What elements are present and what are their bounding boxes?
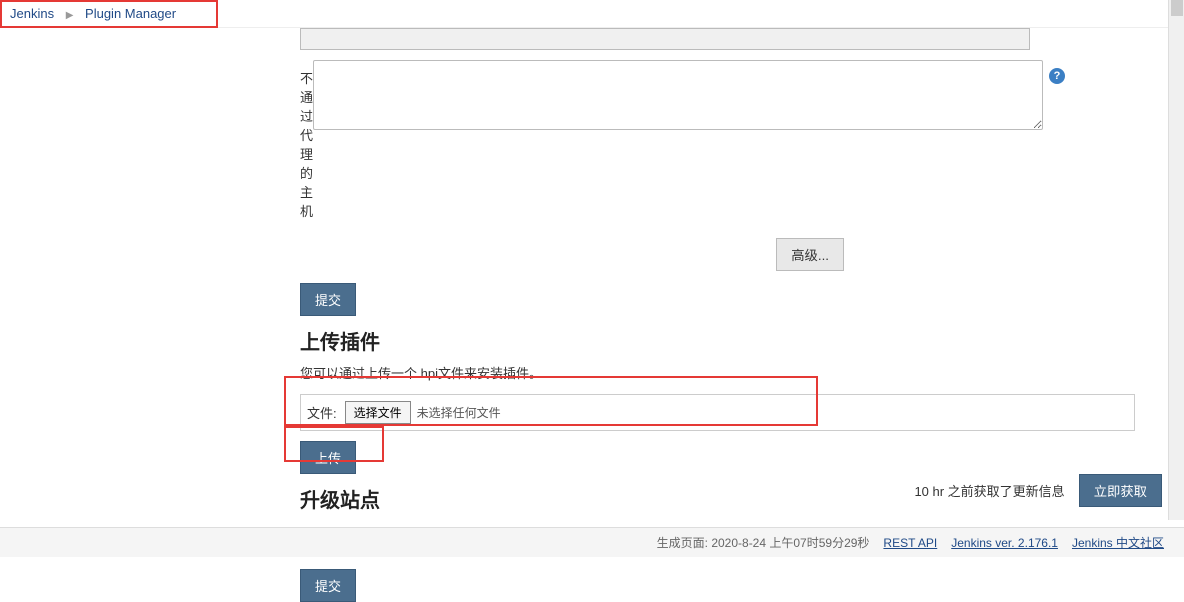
scrollbar-thumb[interactable] [1171,0,1183,16]
community-link[interactable]: Jenkins 中文社区 [1072,534,1164,551]
file-status: 未选择任何文件 [417,404,501,421]
version-link[interactable]: Jenkins ver. 2.176.1 [951,536,1058,550]
submit-button-proxy[interactable]: 提交 [300,283,356,316]
fetch-status: 10 hr 之前获取了更新信息 [914,481,1064,500]
scrollbar[interactable] [1168,0,1184,520]
rest-api-link[interactable]: REST API [883,536,937,550]
help-icon[interactable]: ? [1049,68,1065,84]
footer-info: 10 hr 之前获取了更新信息 立即获取 [914,474,1162,507]
breadcrumb-root[interactable]: Jenkins [10,6,54,21]
file-label: 文件: [307,403,337,422]
submit-button-url[interactable]: 提交 [300,569,356,602]
no-proxy-label: 不通过代理的主机 [300,60,313,228]
update-site-title: 升级站点 [300,484,884,513]
breadcrumb-current[interactable]: Plugin Manager [85,6,176,21]
choose-file-button[interactable]: 选择文件 [345,401,411,424]
fetch-now-button[interactable]: 立即获取 [1079,474,1162,507]
breadcrumb: Jenkins ▶ Plugin Manager [0,0,1184,28]
upload-plugin-title: 上传插件 [300,326,884,355]
upload-button[interactable]: 上传 [300,441,356,474]
no-proxy-textarea[interactable] [313,60,1043,130]
disabled-input [300,28,1030,50]
advanced-button[interactable]: 高级... [776,238,844,271]
bottom-bar: 生成页面: 2020-8-24 上午07时59分29秒 REST API Jen… [0,527,1184,557]
file-upload-row: 文件: 选择文件 未选择任何文件 [300,394,1135,431]
main-content: 不通过代理的主机 ? 高级... 提交 上传插件 您可以通过上传一个.hpi文件… [0,28,1184,602]
upload-plugin-description: 您可以通过上传一个.hpi文件来安装插件。 [300,363,884,382]
generated-timestamp: 生成页面: 2020-8-24 上午07时59分29秒 [657,534,870,551]
chevron-right-icon: ▶ [66,10,74,21]
